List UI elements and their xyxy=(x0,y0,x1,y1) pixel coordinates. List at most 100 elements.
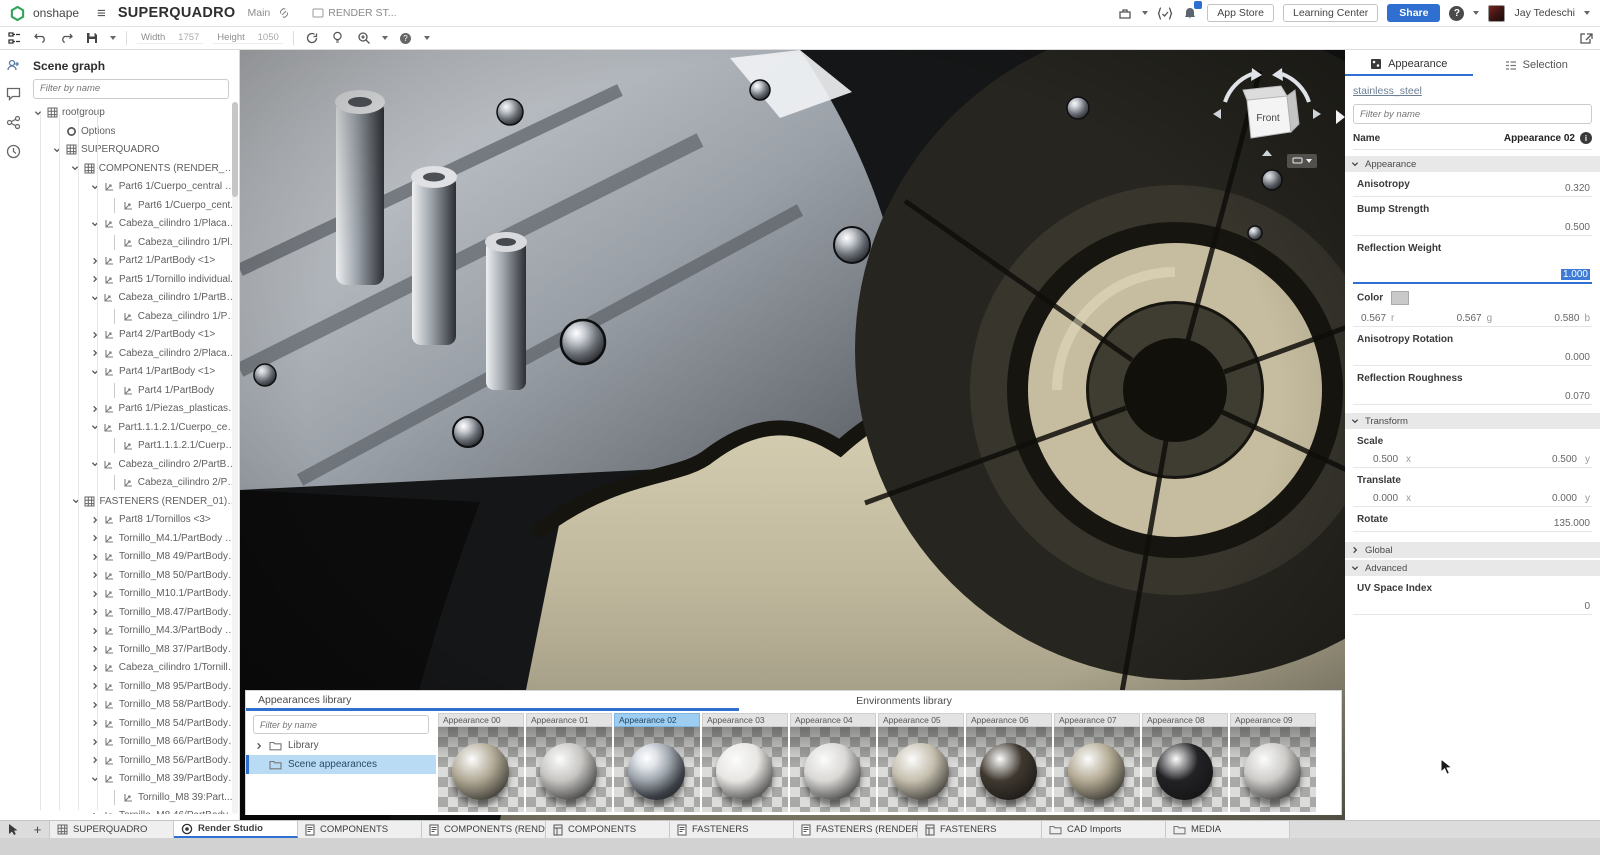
material-link[interactable]: stainless_steel xyxy=(1353,85,1422,97)
chevron-right-icon[interactable] xyxy=(90,553,100,561)
document-tab-cad-imports[interactable]: CAD Imports xyxy=(1042,821,1166,838)
onshape-logo-icon[interactable] xyxy=(10,6,25,21)
chevron-right-icon[interactable] xyxy=(90,738,100,746)
chevron-right-icon[interactable] xyxy=(90,664,100,672)
save-caret-icon[interactable] xyxy=(110,36,116,40)
chevron-right-icon[interactable] xyxy=(90,608,100,616)
user-avatar[interactable] xyxy=(1488,5,1505,22)
chevron-right-icon[interactable] xyxy=(90,812,100,814)
chevron-right-icon[interactable] xyxy=(90,756,100,764)
chevron-down-icon[interactable] xyxy=(71,497,80,505)
field-uv-space-index[interactable]: UV Space Index xyxy=(1353,576,1592,598)
rotate-value[interactable]: 135.000 xyxy=(1554,518,1590,529)
chevron-down-icon[interactable] xyxy=(90,183,100,191)
appearance-card[interactable]: Appearance 00 xyxy=(438,713,524,813)
color-r-value[interactable]: 0.567 xyxy=(1361,313,1386,324)
zoom-caret-icon[interactable] xyxy=(382,36,388,40)
help-caret-icon[interactable] xyxy=(1473,11,1479,15)
scene-graph-filter-input[interactable] xyxy=(33,79,229,99)
field-translate[interactable]: Translate xyxy=(1353,468,1592,490)
document-tab-fasteners[interactable]: FASTENERS xyxy=(918,821,1042,838)
scale-y-value[interactable]: 0.500 xyxy=(1552,454,1577,465)
export-panel-icon[interactable] xyxy=(1578,29,1594,47)
comments-icon[interactable] xyxy=(6,87,21,101)
anisotropy-rotation-value[interactable]: 0.000 xyxy=(1565,352,1590,363)
chevron-right-icon[interactable] xyxy=(90,257,100,265)
render-help-caret-icon[interactable] xyxy=(424,36,430,40)
render-help-icon[interactable]: ? xyxy=(398,29,414,47)
field-reflection-weight[interactable]: Reflection Weight xyxy=(1353,236,1592,258)
pointer-icon[interactable] xyxy=(0,821,26,838)
document-version[interactable]: Main xyxy=(248,7,271,19)
color-g-value[interactable]: 0.567 xyxy=(1457,313,1482,324)
scale-x-value[interactable]: 0.500 xyxy=(1373,454,1398,465)
chevron-right-icon[interactable] xyxy=(90,590,100,598)
document-tab-render-studio[interactable]: RENDER ST... xyxy=(312,7,396,19)
zoom-tool-icon[interactable] xyxy=(356,29,372,47)
reflection-weight-value[interactable]: 1.000 xyxy=(1561,269,1590,280)
add-tab-button[interactable]: + xyxy=(26,821,50,838)
scene-graph-toggle-icon[interactable] xyxy=(6,29,22,47)
link-icon[interactable] xyxy=(278,7,290,19)
render-height-value[interactable]: 1050 xyxy=(253,32,279,43)
render-width-value[interactable]: 1757 xyxy=(173,32,199,43)
chevron-down-icon[interactable] xyxy=(90,294,99,302)
color-swatch[interactable] xyxy=(1391,291,1409,305)
document-tab-render-studio[interactable]: Render Studio xyxy=(174,821,298,838)
chevron-right-icon[interactable] xyxy=(90,701,100,709)
tab-appearances-library[interactable]: Appearances library xyxy=(246,691,739,711)
save-icon[interactable] xyxy=(84,29,100,47)
document-tab-components-rende-[interactable]: COMPONENTS (RENDE... xyxy=(422,821,546,838)
section-transform[interactable]: Transform xyxy=(1345,413,1600,429)
chevron-right-icon[interactable] xyxy=(90,627,100,635)
appearance-card[interactable]: Appearance 03 xyxy=(702,713,788,813)
appearance-card[interactable]: Appearance 08 xyxy=(1142,713,1228,813)
bump-strength-value[interactable]: 0.500 xyxy=(1565,222,1590,233)
chevron-down-icon[interactable] xyxy=(90,220,100,228)
chevron-right-icon[interactable] xyxy=(90,534,100,542)
section-global[interactable]: Global xyxy=(1345,542,1600,558)
library-tree-item[interactable]: Scene appearances xyxy=(246,755,436,774)
chevron-down-icon[interactable] xyxy=(52,146,62,154)
library-filter-input[interactable] xyxy=(253,715,429,734)
translate-y-value[interactable]: 0.000 xyxy=(1552,493,1577,504)
document-tab-components[interactable]: COMPONENTS xyxy=(546,821,670,838)
lighting-bulb-icon[interactable] xyxy=(330,29,346,47)
appearance-card[interactable]: Appearance 04 xyxy=(790,713,876,813)
chevron-right-icon[interactable] xyxy=(90,331,100,339)
document-tab-fasteners-render-[interactable]: FASTENERS (RENDER_... xyxy=(794,821,918,838)
help-icon[interactable]: ? xyxy=(1449,6,1464,21)
section-advanced[interactable]: Advanced xyxy=(1345,560,1600,576)
tab-environments-library[interactable]: Environments library xyxy=(739,691,1069,711)
render-height-field[interactable]: Height1050 xyxy=(213,32,282,44)
appearance-name-value[interactable]: Appearance 02 xyxy=(1504,133,1575,144)
field-color[interactable]: Color xyxy=(1353,284,1592,309)
chevron-right-icon[interactable] xyxy=(90,349,100,357)
chevron-right-icon[interactable] xyxy=(90,682,100,690)
tools-icon[interactable] xyxy=(1117,4,1133,22)
chevron-right-icon[interactable] xyxy=(90,516,100,524)
document-tab-fasteners[interactable]: FASTENERS xyxy=(670,821,794,838)
follow-mode-icon[interactable] xyxy=(6,58,21,73)
appearance-card[interactable]: Appearance 02 xyxy=(614,713,700,813)
chevron-down-icon[interactable] xyxy=(90,368,100,376)
tab-appearance[interactable]: Appearance xyxy=(1345,54,1473,76)
scene-graph-scrollbar-thumb[interactable] xyxy=(232,102,238,197)
scene-graph-scrollbar[interactable] xyxy=(232,102,238,814)
field-bump-strength[interactable]: Bump Strength xyxy=(1353,197,1592,219)
chevron-right-icon[interactable] xyxy=(90,645,100,653)
chevron-down-icon[interactable] xyxy=(90,460,99,468)
tab-selection[interactable]: Selection xyxy=(1473,54,1600,76)
notifications-bell-icon[interactable] xyxy=(1182,4,1198,22)
field-scale[interactable]: Scale xyxy=(1353,429,1592,451)
render-width-field[interactable]: Width1757 xyxy=(137,32,203,44)
field-anisotropy-rotation[interactable]: Anisotropy Rotation xyxy=(1353,327,1592,349)
document-tab-superquadro[interactable]: SUPERQUADRO xyxy=(50,821,174,838)
section-appearance[interactable]: Appearance xyxy=(1345,156,1600,172)
view-options-icon[interactable] xyxy=(1287,154,1317,168)
uv-space-index-value[interactable]: 0 xyxy=(1584,601,1590,612)
library-tree-item[interactable]: Library xyxy=(246,736,436,755)
share-button[interactable]: Share xyxy=(1387,4,1440,22)
chevron-right-icon[interactable] xyxy=(254,742,263,750)
history-clock-icon[interactable] xyxy=(6,144,21,159)
